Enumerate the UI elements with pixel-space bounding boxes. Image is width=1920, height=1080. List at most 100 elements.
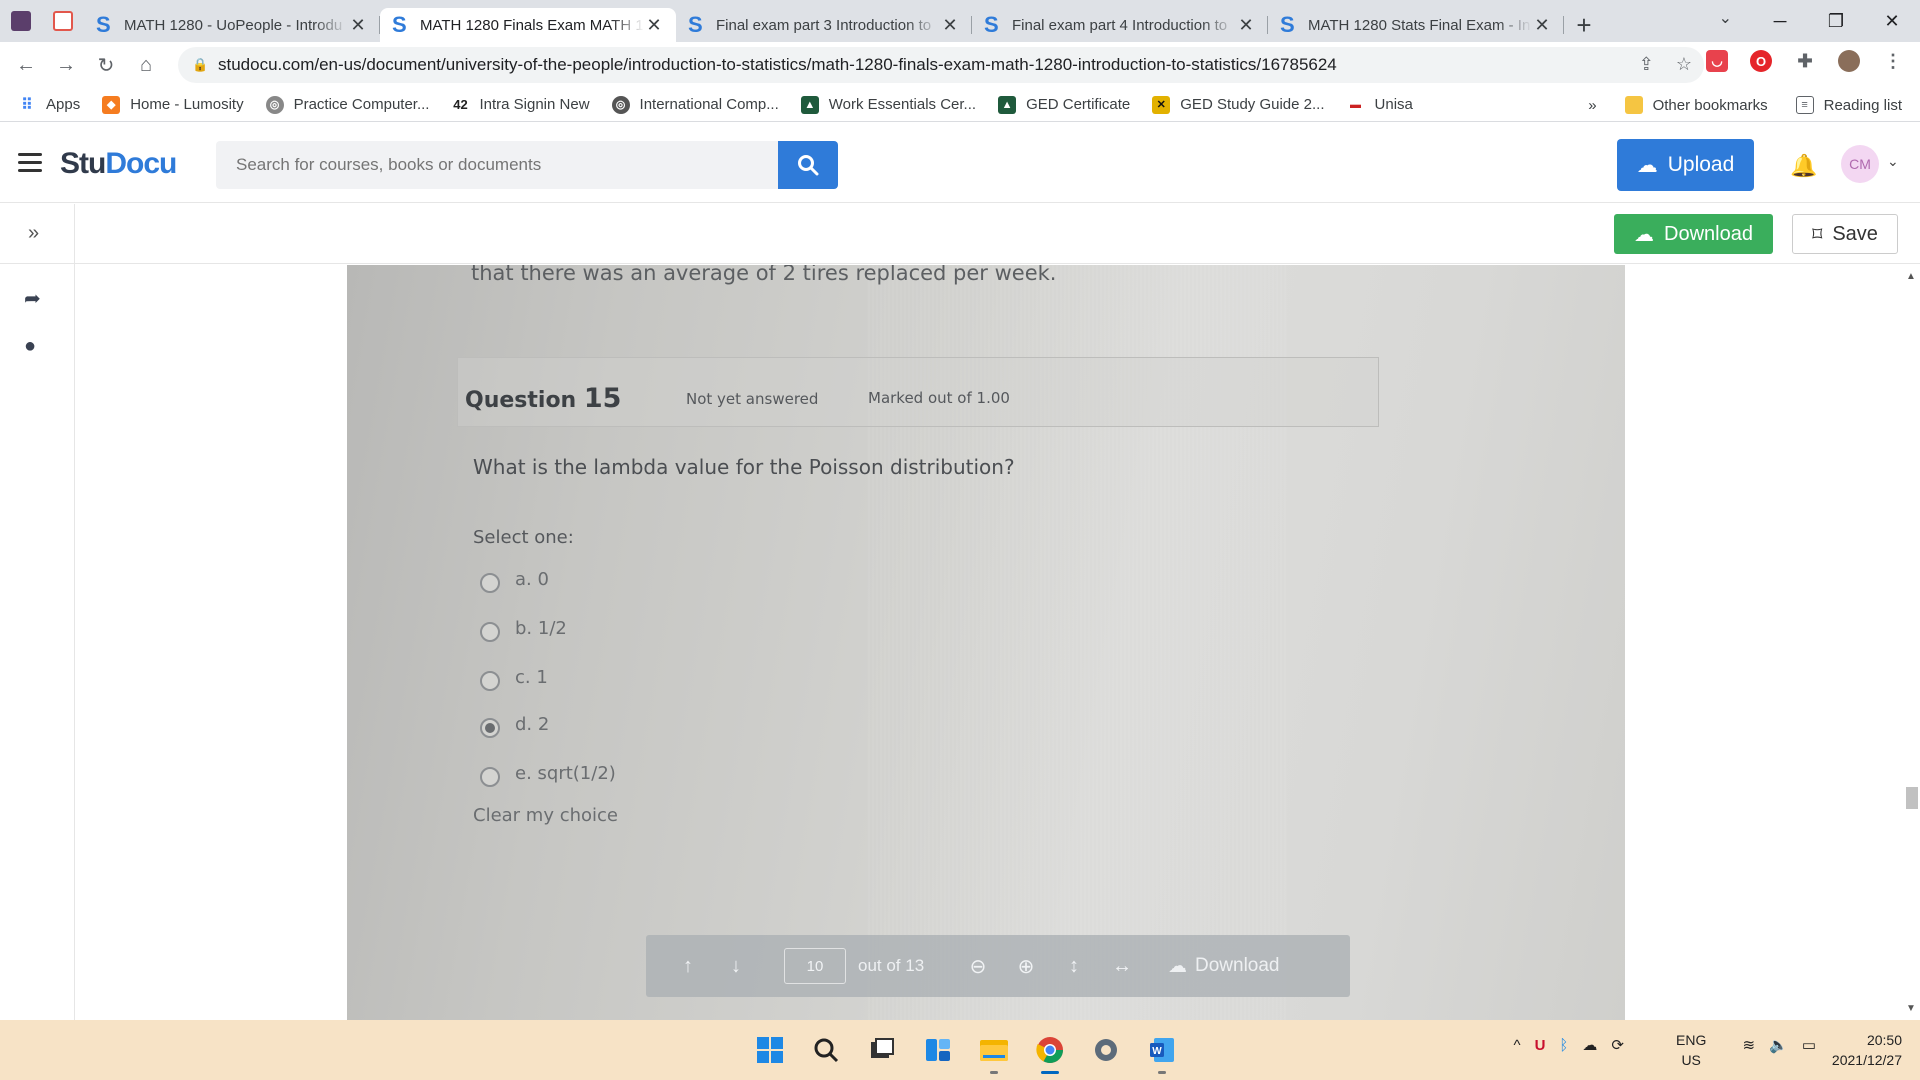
vertical-scrollbar[interactable]: ▲ ▼ — [1902, 265, 1920, 1020]
site-header: StuDocu ☁ Upload 🔔 CM ⌄ — [0, 123, 1920, 203]
reload-icon[interactable]: ↻ — [86, 45, 126, 85]
pinned-tab-2[interactable] — [42, 0, 84, 42]
settings-gear-icon[interactable] — [1086, 1030, 1126, 1070]
comment-icon[interactable]: ● — [24, 335, 41, 358]
search-button[interactable] — [778, 141, 838, 189]
arrow-down-icon[interactable]: ↓ — [712, 955, 760, 978]
tab-title: MATH 1280 - UoPeople - Introdu — [124, 16, 343, 34]
bookmark-unisa[interactable]: ▬ Unisa — [1347, 96, 1413, 114]
share-icon[interactable]: ⇪ — [1639, 54, 1654, 75]
chevron-up-icon[interactable]: ^ — [1514, 1037, 1521, 1054]
other-bookmarks[interactable]: Other bookmarks — [1624, 96, 1768, 114]
back-arrow-icon[interactable]: ← — [6, 45, 46, 85]
browser-tab-active[interactable]: S MATH 1280 Finals Exam MATH 1 ✕ — [380, 8, 676, 42]
mcafee-shield-icon[interactable]: U — [1535, 1037, 1546, 1054]
avatar[interactable]: CM — [1841, 145, 1879, 183]
bookmark-label: Work Essentials Cer... — [828, 96, 977, 113]
lock-icon[interactable]: 🔒 — [192, 57, 218, 73]
browser-tab[interactable]: S Final exam part 3 Introduction to ✕ — [676, 8, 972, 42]
search-input[interactable] — [216, 141, 778, 189]
menu-kebab-icon[interactable]: ⋮ — [1882, 50, 1904, 72]
file-explorer-icon[interactable] — [974, 1030, 1014, 1074]
scroll-up-icon[interactable]: ▲ — [1906, 271, 1916, 282]
fit-height-icon[interactable]: ↕ — [1050, 955, 1098, 978]
bookmark-ged-study-guide[interactable]: ✕ GED Study Guide 2... — [1152, 95, 1325, 114]
start-windows-icon[interactable] — [750, 1030, 790, 1070]
upload-button[interactable]: ☁ Upload — [1617, 139, 1754, 191]
question-number: 15 — [583, 383, 622, 414]
scroll-thumb[interactable] — [1906, 787, 1918, 809]
onedrive-cloud-icon[interactable]: ☁ — [1582, 1036, 1597, 1054]
option-c-radio[interactable] — [480, 671, 500, 691]
option-d-radio[interactable] — [480, 718, 500, 738]
browser-tab[interactable]: S Final exam part 4 Introduction to ✕ — [972, 8, 1268, 42]
bookmark-lumosity[interactable]: ◆ Home - Lumosity — [102, 95, 244, 114]
close-tab-icon[interactable]: ✕ — [1532, 15, 1552, 36]
studocu-logo[interactable]: StuDocu — [60, 147, 177, 181]
task-view-icon[interactable] — [862, 1030, 902, 1070]
arrow-up-icon[interactable]: ↑ — [664, 955, 712, 978]
fit-width-icon[interactable]: ↔ — [1098, 955, 1146, 978]
zoom-out-icon[interactable]: ⊖ — [954, 954, 1002, 979]
expand-sidebar-icon[interactable]: » — [28, 222, 39, 245]
word-icon[interactable]: W — [1142, 1030, 1182, 1074]
upload-label: Upload — [1667, 153, 1735, 176]
new-tab-button[interactable]: + — [1564, 8, 1604, 42]
download-button[interactable]: ☁ Download — [1614, 214, 1773, 254]
scroll-down-icon[interactable]: ▼ — [1906, 1003, 1916, 1014]
document-viewer[interactable]: that there was an average of 2 tires rep… — [75, 265, 1920, 1020]
studocu-favicon-icon: S — [984, 12, 999, 37]
status-icons: ≋ 🔈 ▭ — [1743, 1036, 1816, 1054]
chrome-taskbar-icon[interactable] — [1030, 1030, 1070, 1074]
address-bar[interactable]: 🔒 studocu.com/en-us/document/university-… — [178, 47, 1704, 83]
close-window-icon[interactable]: ✕ — [1864, 0, 1920, 42]
notification-bell-icon[interactable]: 🔔 — [1790, 153, 1817, 179]
chevron-down-icon[interactable]: ⌄ — [1887, 153, 1899, 170]
bookmark-international-comp[interactable]: ◎ International Comp... — [611, 95, 779, 114]
reading-list[interactable]: ≡ Reading list — [1795, 96, 1902, 114]
browser-tab[interactable]: S MATH 1280 Stats Final Exam - In ✕ — [1268, 8, 1564, 42]
share-arrow-icon[interactable]: ➦ — [24, 286, 41, 311]
system-clock[interactable]: 20:50 2021/12/27 — [1832, 1030, 1902, 1070]
bookmark-intra-signin[interactable]: 42 Intra Signin New — [451, 96, 589, 114]
bookmark-work-essentials[interactable]: ▲ Work Essentials Cer... — [800, 95, 977, 114]
zoom-in-icon[interactable]: ⊕ — [1002, 954, 1050, 979]
minimize-icon[interactable]: ─ — [1752, 0, 1808, 42]
bookmark-apps[interactable]: ⠿ Apps — [18, 96, 80, 114]
home-icon[interactable]: ⌂ — [126, 45, 166, 85]
volume-icon[interactable]: 🔈 — [1769, 1036, 1788, 1054]
widgets-icon[interactable] — [918, 1030, 958, 1070]
wifi-icon[interactable]: ≋ — [1743, 1036, 1756, 1054]
hamburger-menu-icon[interactable] — [18, 153, 42, 177]
pinned-tab-1[interactable] — [0, 0, 42, 42]
input-language[interactable]: ENG US — [1676, 1030, 1706, 1070]
option-e-radio[interactable] — [480, 767, 500, 787]
globe-icon: ◎ — [611, 95, 630, 114]
browser-tab[interactable]: S MATH 1280 - UoPeople - Introdu ✕ — [84, 8, 380, 42]
bookmark-label: Practice Computer... — [293, 96, 430, 113]
profile-avatar-icon[interactable] — [1838, 50, 1860, 72]
close-tab-icon[interactable]: ✕ — [1236, 15, 1256, 36]
sync-icon[interactable]: ⟳ — [1611, 1036, 1624, 1054]
close-tab-icon[interactable]: ✕ — [348, 15, 368, 36]
forward-arrow-icon[interactable]: → — [46, 45, 86, 85]
puzzle-extensions-icon[interactable]: ✚ — [1794, 50, 1816, 72]
search-icon[interactable] — [806, 1030, 846, 1070]
battery-icon[interactable]: ▭ — [1802, 1036, 1816, 1054]
option-b-radio[interactable] — [480, 622, 500, 642]
option-a-radio[interactable] — [480, 573, 500, 593]
bookmark-practice-computer[interactable]: ◎ Practice Computer... — [265, 95, 430, 114]
page-number-input[interactable]: 10 — [784, 948, 846, 984]
save-button[interactable]: ⌑ Save — [1792, 214, 1898, 254]
restore-icon[interactable]: ❐ — [1808, 0, 1864, 42]
pager-download-button[interactable]: ☁ Download — [1168, 955, 1280, 978]
bookmark-star-icon[interactable]: ☆ — [1676, 54, 1692, 75]
bookmarks-overflow-icon[interactable]: » — [1588, 97, 1596, 114]
bluetooth-icon[interactable]: ᛒ — [1559, 1037, 1568, 1054]
close-tab-icon[interactable]: ✕ — [940, 15, 960, 36]
tab-search-chevron-icon[interactable]: ⌄ — [1719, 8, 1732, 28]
opera-extension-icon[interactable]: O — [1750, 50, 1772, 72]
close-tab-icon[interactable]: ✕ — [644, 15, 664, 36]
pocket-extension-icon[interactable]: ◡ — [1706, 50, 1728, 72]
bookmark-ged-certificate[interactable]: ▲ GED Certificate — [998, 95, 1130, 114]
